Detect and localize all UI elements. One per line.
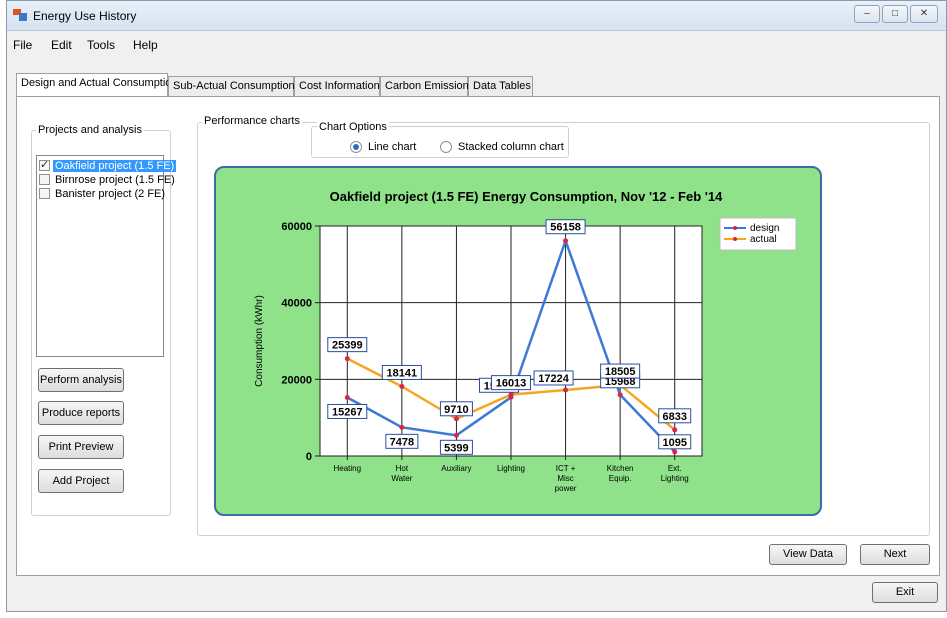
tab-sub-actual[interactable]: Sub-Actual Consumption (168, 76, 295, 96)
y-tick-label: 40000 (281, 298, 312, 310)
data-point-actual (672, 427, 678, 433)
data-point-design (453, 432, 459, 438)
app-icon (13, 9, 27, 21)
menu-bar: File Edit Tools Help (7, 32, 946, 56)
data-point-actual (508, 392, 514, 398)
stacked-chart-radio[interactable]: Stacked column chart (440, 141, 564, 153)
produce-reports-button[interactable]: Produce reports (38, 401, 124, 425)
data-label-actual: 18141 (387, 367, 418, 379)
minimize-button[interactable]: – (854, 5, 880, 23)
x-tick-label: Misc (557, 474, 573, 483)
title-bar: Energy Use History – □ ✕ (7, 1, 946, 31)
x-tick-label: ICT + (556, 464, 576, 473)
chart-options-label: Chart Options (317, 121, 389, 133)
x-tick-label: Ext. (668, 464, 682, 473)
data-point-design (344, 394, 350, 400)
project-item-oakfield[interactable]: Oakfield project (1.5 FE) (39, 158, 177, 172)
x-tick-label: Auxiliary (441, 464, 471, 473)
legend-label-actual: actual (750, 234, 777, 245)
chart-title: Oakfield project (1.5 FE) Energy Consump… (330, 189, 723, 204)
project-item-label: Birnrose project (1.5 FE) (55, 173, 175, 186)
project-item-label: Banister project (2 FE) (55, 187, 166, 200)
data-label-actual: 6833 (662, 411, 686, 423)
x-tick-label: Water (391, 474, 412, 483)
menu-tools[interactable]: Tools (87, 38, 115, 52)
line-chart-label: Line chart (368, 141, 417, 153)
x-tick-label: power (555, 484, 577, 493)
window-title: Energy Use History (33, 9, 137, 23)
data-label-actual: 17224 (538, 373, 569, 385)
stacked-chart-label: Stacked column chart (458, 141, 564, 153)
data-label-design: 15267 (332, 406, 363, 418)
x-tick-label: Lighting (497, 464, 525, 473)
y-tick-label: 0 (306, 451, 312, 463)
performance-group-label: Performance charts (202, 115, 302, 127)
menu-help[interactable]: Help (133, 38, 158, 52)
close-button[interactable]: ✕ (910, 5, 938, 23)
data-point-actual (563, 387, 569, 393)
chart-svg: Oakfield project (1.5 FE) Energy Consump… (254, 189, 797, 493)
data-point-actual (453, 416, 459, 422)
menu-edit[interactable]: Edit (51, 38, 72, 52)
y-axis-label: Consumption (kWhr) (254, 295, 265, 387)
tab-carbon-emission[interactable]: Carbon Emission (380, 76, 469, 96)
x-tick-label: Heating (333, 464, 361, 473)
projects-listbox[interactable]: Oakfield project (1.5 FE) Birnrose proje… (36, 155, 177, 357)
data-point-design (617, 392, 623, 398)
data-label-design: 56158 (550, 222, 581, 234)
data-label-actual: 18505 (605, 366, 636, 378)
print-preview-button[interactable]: Print Preview (38, 435, 124, 459)
project-item-label: Oakfield project (1.5 FE) (53, 159, 177, 172)
x-tick-label: Kitchen (607, 464, 634, 473)
y-tick-label: 20000 (281, 374, 312, 386)
data-label-actual: 25399 (332, 340, 363, 352)
data-point-design (563, 238, 569, 244)
data-label-design: 7478 (390, 436, 414, 448)
project-item-banister[interactable]: Banister project (2 FE) (39, 187, 167, 200)
x-tick-label: Hot (396, 464, 409, 473)
legend-marker-design (733, 226, 737, 230)
data-point-actual (344, 356, 350, 362)
legend-marker-actual (733, 237, 737, 241)
project-checkbox[interactable] (39, 174, 50, 185)
x-tick-label: Lighting (661, 474, 689, 483)
data-label-design: 1095 (662, 437, 686, 449)
project-item-birnrose[interactable]: Birnrose project (1.5 FE) (39, 173, 177, 186)
radio-indicator (350, 141, 362, 153)
view-data-button[interactable]: View Data (769, 544, 847, 565)
exit-button[interactable]: Exit (872, 582, 938, 603)
data-label-design: 5399 (444, 442, 468, 454)
perform-analysis-button[interactable]: Perform analysis (38, 368, 124, 392)
tab-cost-information[interactable]: Cost Information (294, 76, 380, 96)
menu-file[interactable]: File (13, 38, 32, 52)
add-project-button[interactable]: Add Project (38, 469, 124, 493)
tab-design-actual[interactable]: Design and Actual Consumption (16, 73, 178, 96)
data-point-actual (399, 383, 405, 389)
y-tick-label: 60000 (281, 221, 312, 233)
projects-group-label: Projects and analysis (36, 124, 144, 136)
radio-indicator (440, 141, 452, 153)
data-label-actual: 9710 (444, 404, 468, 416)
project-checkbox[interactable] (39, 158, 50, 171)
tab-data-tables[interactable]: Data Tables (468, 76, 533, 96)
line-chart-radio[interactable]: Line chart (350, 141, 416, 153)
next-button[interactable]: Next (860, 544, 930, 565)
legend-label-design: design (750, 223, 779, 234)
x-tick-label: Equip. (609, 474, 632, 483)
maximize-button[interactable]: □ (882, 5, 908, 23)
chart-area: Oakfield project (1.5 FE) Energy Consump… (214, 166, 822, 516)
project-checkbox[interactable] (39, 188, 50, 199)
data-label-actual: 16013 (496, 378, 527, 390)
data-point-design (399, 424, 405, 430)
data-point-design (672, 449, 678, 455)
